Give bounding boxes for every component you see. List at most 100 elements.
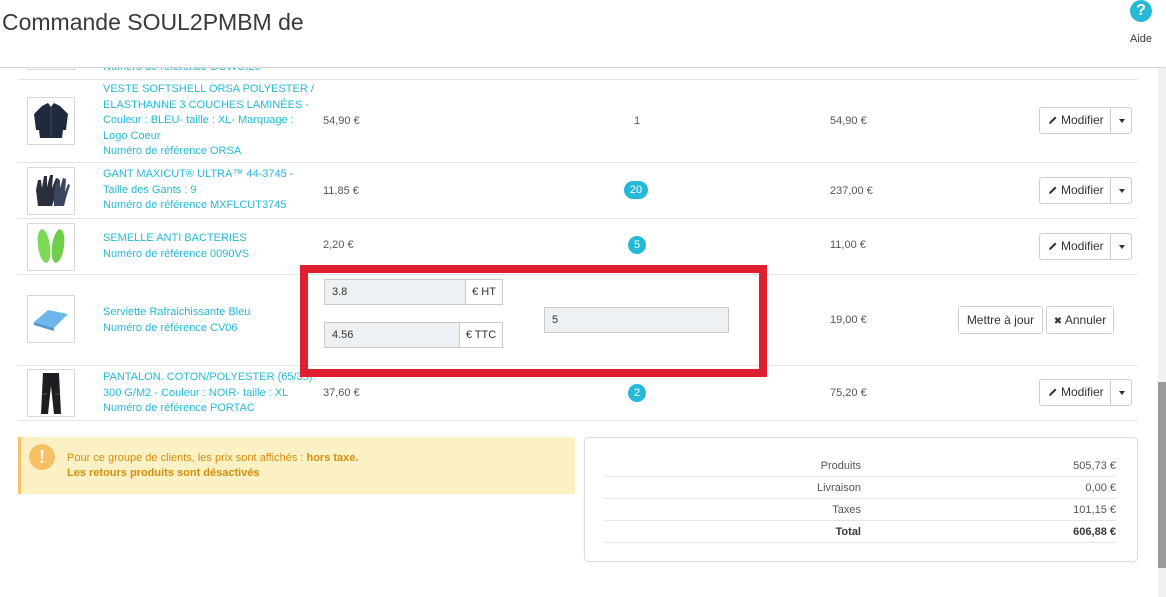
modify-dropdown-toggle[interactable] [1110, 233, 1132, 260]
product-ref: Numéro de référence 0090VS [103, 247, 250, 260]
update-button[interactable]: Mettre à jour [958, 306, 1043, 334]
warning-text-prefix: Pour ce groupe de clients, les prix sont… [67, 452, 307, 464]
glove-image [36, 175, 70, 206]
modify-button[interactable]: Modifier [1039, 107, 1111, 134]
scrollbar-thumb[interactable] [1158, 382, 1166, 568]
line-total: 54,90 € [830, 115, 867, 127]
jacket-image [34, 103, 68, 138]
pencil-icon [1049, 242, 1057, 250]
cancel-button-label: Annuler [1064, 313, 1107, 327]
product-name[interactable]: Serviette Rafraichissante Bleu [103, 306, 250, 318]
cancel-button[interactable]: ✖ Annuler [1046, 306, 1114, 334]
pants-thumbnail [27, 369, 75, 417]
product-name[interactable]: GANT MAXICUT® ULTRA™ 44-3745 - Taille de… [103, 168, 293, 196]
totals-row-total: Total 606,88 € [604, 521, 1116, 543]
modify-button[interactable]: Modifier [1039, 379, 1111, 406]
product-ref: Numéro de référence PORTAC [103, 402, 255, 414]
product-ref: Numéro de référence CV06 [103, 321, 238, 334]
warning-text-bold: hors taxe. [306, 452, 359, 464]
quantity-badge: 5 [628, 236, 646, 254]
modify-button-group: Modifier [1039, 177, 1132, 204]
totals-row-shipping: Livraison 0,00 € [604, 477, 1116, 499]
page-title: Commande SOUL2PMBM de [2, 9, 304, 35]
price-ttc-unit: € TTC [459, 323, 502, 347]
totals-label: Produits [820, 460, 861, 472]
modify-button[interactable]: Modifier [1039, 177, 1111, 204]
modify-button-group: Modifier [1039, 233, 1132, 260]
product-name-link[interactable]: Serviette Rafraichissante Bleu Numéro de… [103, 305, 318, 336]
modify-dropdown-toggle[interactable] [1110, 107, 1132, 134]
totals-row-products: Produits 505,73 € [604, 455, 1116, 477]
unit-price: 2,20 € [323, 239, 354, 251]
caret-down-icon [1119, 119, 1125, 123]
pencil-icon [1049, 388, 1057, 396]
pencil-icon [1049, 116, 1057, 124]
quantity-badge: 20 [624, 181, 648, 199]
warning-text: Pour ce groupe de clients, les prix sont… [67, 452, 358, 464]
totals-label: Taxes [832, 504, 861, 516]
modify-button-label: Modifier [1061, 113, 1104, 127]
help-icon: ? [1130, 0, 1152, 22]
help-button[interactable]: ? Aide [1124, 0, 1158, 50]
totals-value: 101,15 € [1073, 504, 1116, 516]
product-ref: Numéro de référence ORSA [103, 145, 242, 157]
totals-row-taxes: Taxes 101,15 € [604, 499, 1116, 521]
table-row: VESTE SOFTSHELL ORSA POLYESTER / ELASTHA… [18, 80, 1138, 163]
jacket-thumbnail [27, 97, 75, 145]
order-page: Numéro de référence CGWOI20 VESTE SOFTSH… [0, 0, 1166, 597]
price-ttc-group: € TTC [324, 322, 503, 348]
modify-button-group: Modifier [1039, 379, 1132, 406]
caret-down-icon [1119, 245, 1125, 249]
glove-thumbnail [27, 167, 75, 215]
insole-thumbnail [27, 223, 75, 271]
modify-dropdown-toggle[interactable] [1110, 379, 1132, 406]
insole-image [37, 229, 65, 263]
product-name-link[interactable]: SEMELLE ANTI BACTERIES Numéro de référen… [103, 231, 318, 262]
help-label: Aide [1129, 33, 1153, 45]
product-name-link[interactable]: PANTALON. COTON/POLYESTER (65/35). 300 G… [103, 370, 318, 417]
quantity-input[interactable] [545, 308, 728, 332]
towel-thumbnail [27, 295, 75, 343]
close-icon: ✖ [1053, 316, 1063, 327]
totals-value: 606,88 € [1073, 526, 1116, 538]
line-total: 19,00 € [830, 314, 867, 326]
price-ttc-input[interactable] [325, 323, 459, 347]
unit-price: 54,90 € [323, 115, 360, 127]
product-name-link[interactable]: GANT MAXICUT® ULTRA™ 44-3745 - Taille de… [103, 167, 318, 214]
product-name-link[interactable]: VESTE SOFTSHELL ORSA POLYESTER / ELASTHA… [103, 82, 318, 160]
table-row-editing: Serviette Rafraichissante Bleu Numéro de… [18, 275, 1138, 366]
table-row: GANT MAXICUT® ULTRA™ 44-3745 - Taille de… [18, 163, 1138, 219]
modify-button[interactable]: Modifier [1039, 233, 1111, 260]
price-ht-unit: € HT [465, 280, 502, 304]
returns-disabled-text: Les retours produits sont désactivés [67, 467, 260, 479]
modify-button-label: Modifier [1061, 385, 1104, 399]
quantity-badge: 2 [628, 384, 646, 402]
product-name[interactable]: VESTE SOFTSHELL ORSA POLYESTER / ELASTHA… [103, 83, 314, 142]
modify-button-label: Modifier [1061, 183, 1104, 197]
price-warning-alert: ! Pour ce groupe de clients, les prix so… [18, 437, 575, 494]
line-total: 75,20 € [830, 387, 867, 399]
pants-image [41, 373, 61, 414]
price-ht-input[interactable] [325, 280, 465, 304]
modify-button-group: Modifier [1039, 107, 1132, 134]
pencil-icon [1049, 186, 1057, 194]
unit-price: 11,85 € [323, 185, 359, 197]
quantity-group [544, 307, 729, 333]
modify-dropdown-toggle[interactable] [1110, 177, 1132, 204]
towel-image [34, 310, 68, 331]
caret-down-icon [1119, 391, 1125, 395]
page-header: Commande SOUL2PMBM de ? Aide [0, 0, 1166, 68]
totals-label: Total [835, 526, 861, 538]
line-total: 11,00 € [830, 239, 866, 251]
product-name[interactable]: PANTALON. COTON/POLYESTER (65/35). 300 G… [103, 371, 316, 399]
quantity: 1 [633, 115, 641, 127]
product-name[interactable]: SEMELLE ANTI BACTERIES [103, 232, 247, 244]
unit-price: 37,60 € [323, 387, 360, 399]
caret-down-icon [1119, 189, 1125, 193]
modify-button-label: Modifier [1061, 239, 1104, 253]
warning-icon: ! [29, 444, 55, 470]
totals-value: 0,00 € [1085, 482, 1116, 494]
order-totals-panel: Produits 505,73 € Livraison 0,00 € Taxes… [584, 437, 1138, 562]
price-ht-group: € HT [324, 279, 503, 305]
totals-label: Livraison [816, 482, 861, 494]
